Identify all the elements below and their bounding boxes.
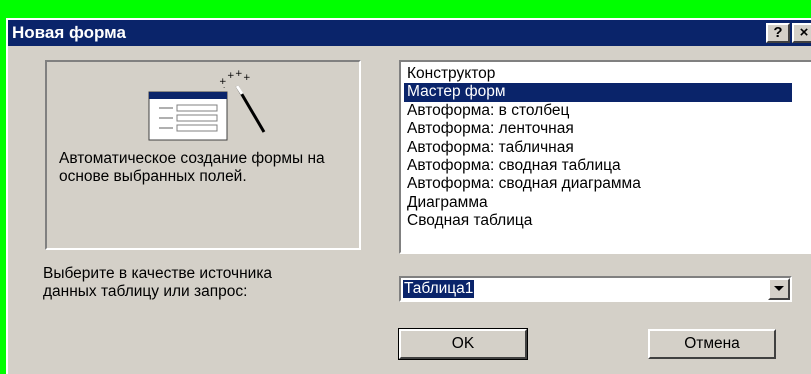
list-item[interactable]: Диаграмма <box>404 194 807 212</box>
ok-button[interactable]: OK <box>398 328 528 360</box>
preview-description: Автоматическое создание формы на основе … <box>59 150 325 185</box>
new-form-dialog: Новая форма ? × + + + + · Автоматическое… <box>6 18 811 374</box>
preview-panel: + + + + · Автоматическое создание формы … <box>45 60 361 250</box>
svg-text:·: · <box>223 84 225 92</box>
list-item[interactable]: Автоформа: сводная таблица <box>404 157 807 175</box>
dropdown-arrow-button[interactable] <box>768 278 790 300</box>
svg-text:+: + <box>227 71 235 81</box>
svg-text:+: + <box>243 73 251 83</box>
source-label: Выберите в качестве источника данных таб… <box>43 265 273 300</box>
form-wizard-icon: + + + + · <box>147 69 277 147</box>
help-button[interactable]: ? <box>766 23 790 43</box>
source-combobox[interactable]: Таблица1 <box>399 276 792 302</box>
list-item[interactable]: Конструктор <box>404 65 807 83</box>
cancel-button[interactable]: Отмена <box>648 329 776 359</box>
dialog-title: Новая форма <box>12 23 126 42</box>
close-button[interactable]: × <box>792 23 811 43</box>
chevron-down-icon <box>774 286 784 291</box>
list-item[interactable]: Автоформа: сводная диаграмма <box>404 175 807 193</box>
list-item[interactable]: Сводная таблица <box>404 212 807 230</box>
list-item[interactable]: Автоформа: табличная <box>404 139 807 157</box>
list-item[interactable]: Автоформа: в столбец <box>404 102 807 120</box>
source-value[interactable]: Таблица1 <box>403 280 475 298</box>
list-item[interactable]: Мастер форм <box>404 83 792 102</box>
title-bar[interactable]: Новая форма ? × <box>8 20 811 46</box>
form-type-list[interactable]: Конструктор Мастер форм Автоформа: в столб… <box>399 60 811 254</box>
svg-text:+: + <box>235 70 243 79</box>
list-item[interactable]: Автоформа: ленточная <box>404 120 807 138</box>
